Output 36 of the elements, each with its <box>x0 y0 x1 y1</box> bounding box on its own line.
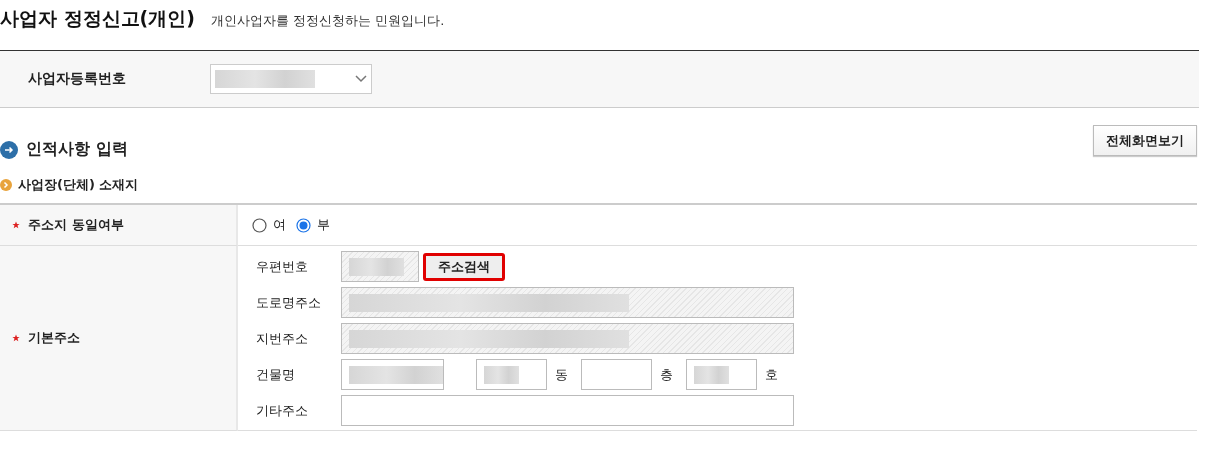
redacted-value <box>349 257 404 276</box>
radio-option[interactable]: 부 <box>296 216 330 234</box>
input-field[interactable] <box>341 251 419 282</box>
input-field[interactable] <box>341 287 794 318</box>
radio-option[interactable]: 여 <box>252 216 286 234</box>
fullscreen-button[interactable]: 전체화면보기 <box>1093 125 1197 156</box>
arrow-circle-icon <box>0 140 18 159</box>
unit-label: 층 <box>660 365 674 384</box>
radio-button[interactable] <box>296 217 311 233</box>
field-label-text: 주소지 동일여부 <box>28 216 124 234</box>
address-label: 도로명주소 <box>256 293 322 312</box>
page-title: 사업자 정정신고(개인) <box>0 6 195 31</box>
redacted-value <box>484 365 519 384</box>
address-search-button[interactable]: 주소검색 <box>423 252 505 281</box>
section-title: 인적사항 입력 <box>26 139 128 160</box>
radio-button[interactable] <box>252 217 267 233</box>
address-label: 지번주소 <box>256 329 309 348</box>
input-field[interactable] <box>341 395 794 426</box>
subsection-title: 사업장(단체) 소재지 <box>18 176 139 194</box>
chevron-down-icon <box>355 75 367 83</box>
chevron-circle-icon <box>0 179 12 191</box>
input-field[interactable] <box>686 359 757 390</box>
input-field[interactable] <box>476 359 547 390</box>
address-label: 건물명 <box>256 365 296 384</box>
input-field[interactable] <box>341 359 444 390</box>
redacted-value <box>694 365 729 384</box>
input-field[interactable] <box>341 323 794 354</box>
page-description: 개인사업자를 정정신청하는 민원입니다. <box>211 12 445 30</box>
address-label: 우편번호 <box>256 257 309 276</box>
field-label-text: 기본주소 <box>28 329 80 347</box>
business-number-select[interactable] <box>210 64 372 94</box>
input-field[interactable] <box>581 359 652 390</box>
unit-label: 호 <box>765 365 779 384</box>
address-label: 기타주소 <box>256 401 309 420</box>
field-label: 사업자등록번호 <box>28 70 127 88</box>
unit-label: 동 <box>555 365 569 384</box>
